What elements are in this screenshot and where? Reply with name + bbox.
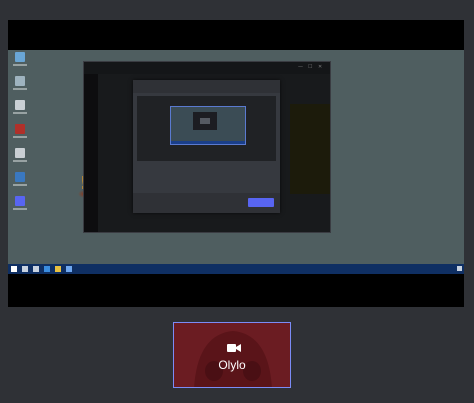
discord-icon[interactable] <box>11 196 29 214</box>
screen-thumbnail[interactable] <box>170 106 246 145</box>
windows-start-icon[interactable] <box>11 266 17 272</box>
shared-desktop: ! — ☐ ✕ <box>8 50 464 274</box>
go-live-button[interactable] <box>248 198 274 207</box>
store-icon[interactable] <box>66 266 72 272</box>
thumbnail-window <box>193 112 217 130</box>
folder-icon[interactable] <box>55 266 61 272</box>
discord-app-window: — ☐ ✕ <box>83 61 331 233</box>
participant-tile[interactable]: Olylo <box>173 322 291 388</box>
notification-icon[interactable] <box>457 266 462 271</box>
game-icon[interactable] <box>11 124 29 142</box>
task-view-icon[interactable] <box>33 266 39 272</box>
file-icon[interactable] <box>11 148 29 166</box>
video-camera-icon <box>227 344 241 352</box>
dialog-footer <box>133 193 280 213</box>
computer-icon[interactable] <box>11 76 29 94</box>
search-icon[interactable] <box>22 266 28 272</box>
windows-taskbar <box>8 264 464 274</box>
file-icon[interactable] <box>11 100 29 118</box>
recycle-bin-icon[interactable] <box>11 52 29 70</box>
screen-share-dialog <box>133 80 280 213</box>
dialog-tabs <box>133 80 280 93</box>
discord-logo-icon <box>194 331 272 387</box>
app-icon[interactable] <box>11 172 29 190</box>
screen-preview[interactable] <box>137 96 276 161</box>
participant-name: Olylo <box>218 358 246 372</box>
thumbnail-taskbar <box>171 141 245 144</box>
edge-icon[interactable] <box>44 266 50 272</box>
stream-viewer: ! — ☐ ✕ <box>0 0 474 314</box>
